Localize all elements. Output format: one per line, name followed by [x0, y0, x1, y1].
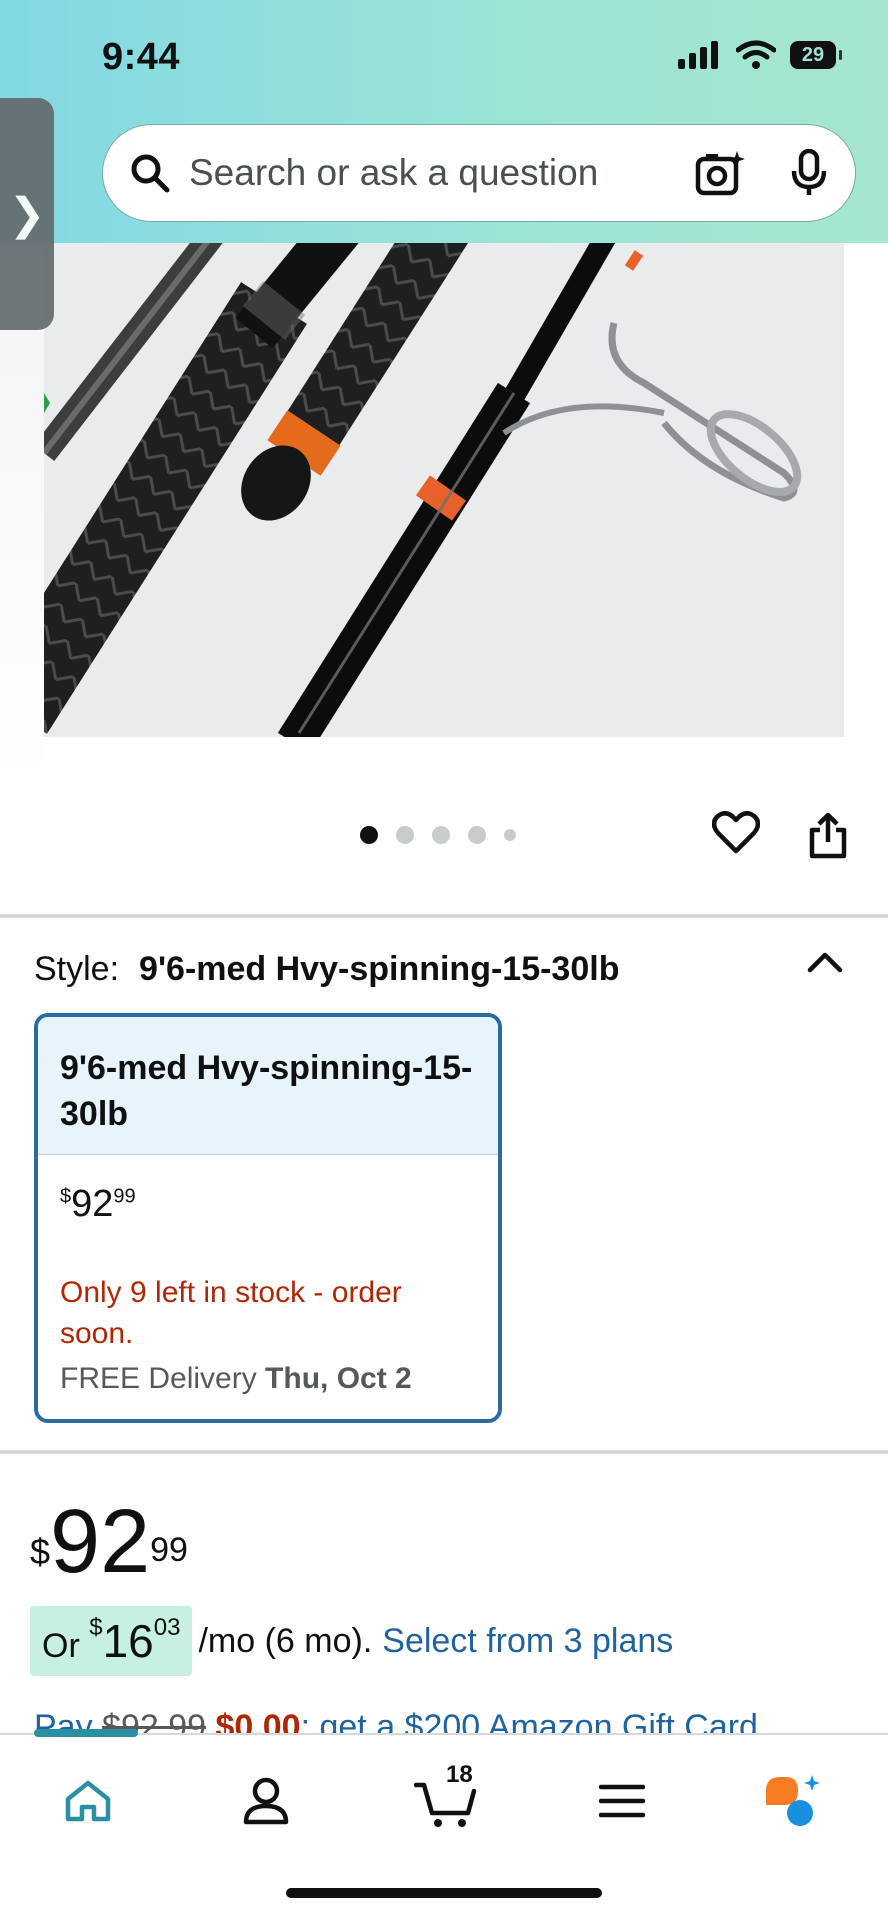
- search-bar[interactable]: Search or ask a question: [102, 124, 856, 222]
- app-header: 9:44 29 Search or ask a question: [0, 0, 888, 243]
- nav-account[interactable]: [226, 1761, 306, 1841]
- pagination-dot[interactable]: [396, 826, 414, 844]
- collapse-button[interactable]: [806, 950, 844, 979]
- style-label: Style:: [34, 950, 120, 988]
- nav-rufus-assistant[interactable]: [754, 1761, 834, 1841]
- status-time: 9:44: [102, 36, 181, 78]
- style-option-card[interactable]: 9'6-med Hvy-spinning-15-30lb $9299 Only …: [34, 1013, 502, 1423]
- wishlist-button[interactable]: [711, 810, 761, 859]
- section-divider: [0, 1450, 888, 1454]
- battery-indicator: 29: [790, 41, 842, 69]
- installment-price-badge: Or $1603: [30, 1606, 193, 1676]
- microphone-icon[interactable]: [791, 149, 827, 197]
- search-input[interactable]: Search or ask a question: [189, 152, 695, 194]
- home-indicator-bar: [286, 1888, 602, 1898]
- active-tab-indicator: [34, 1729, 138, 1737]
- pagination-dot[interactable]: [468, 826, 486, 844]
- gallery-pagination[interactable]: [360, 826, 516, 844]
- cellular-signal-icon: [678, 41, 718, 69]
- share-button[interactable]: [808, 812, 848, 865]
- style-selector-header[interactable]: Style: 9'6-med Hvy-spinning-15-30lb: [34, 950, 619, 989]
- installment-offer: Or $1603 /mo (6 mo). Select from 3 plans: [30, 1606, 673, 1676]
- style-option-price: $9299: [60, 1183, 136, 1225]
- cart-count: 18: [446, 1761, 473, 1788]
- product-price: $9299: [30, 1492, 188, 1592]
- chevron-up-icon: [807, 952, 843, 973]
- select-plans-link[interactable]: Select from 3 plans: [382, 1622, 673, 1661]
- style-selected-value: 9'6-med Hvy-spinning-15-30lb: [139, 950, 620, 988]
- camera-search-icon[interactable]: [695, 149, 745, 197]
- pagination-dot[interactable]: [432, 826, 450, 844]
- hamburger-menu-icon: [599, 1784, 645, 1818]
- search-icon: [131, 154, 170, 193]
- wifi-icon: [736, 40, 776, 69]
- person-icon: [243, 1777, 289, 1825]
- style-option-name: 9'6-med Hvy-spinning-15-30lb: [38, 1017, 498, 1155]
- section-divider: [0, 914, 888, 918]
- status-icons: 29: [678, 40, 842, 70]
- ai-assistant-icon: [766, 1775, 820, 1826]
- installment-term: /mo (6 mo).: [198, 1621, 373, 1660]
- side-panel-tab[interactable]: ❯: [0, 98, 54, 330]
- heart-icon: [711, 811, 761, 854]
- pagination-dot[interactable]: [360, 826, 378, 844]
- nav-menu[interactable]: [582, 1761, 662, 1841]
- pagination-dot[interactable]: [504, 829, 516, 841]
- home-icon: [65, 1780, 111, 1822]
- nav-home[interactable]: [48, 1761, 128, 1841]
- stock-message: Only 9 left in stock - order soon.: [60, 1276, 402, 1350]
- chevron-right-icon: ❯: [8, 189, 46, 239]
- fishing-rod-photo: [44, 243, 844, 737]
- gift-card-promo-link[interactable]: Pay $92.99 $0.00: get a $200 Amazon Gift…: [34, 1708, 854, 1736]
- product-image[interactable]: [44, 243, 844, 737]
- nav-cart[interactable]: 18: [406, 1761, 486, 1841]
- share-icon: [809, 812, 847, 859]
- delivery-info: FREE Delivery Thu, Oct 2: [60, 1362, 412, 1395]
